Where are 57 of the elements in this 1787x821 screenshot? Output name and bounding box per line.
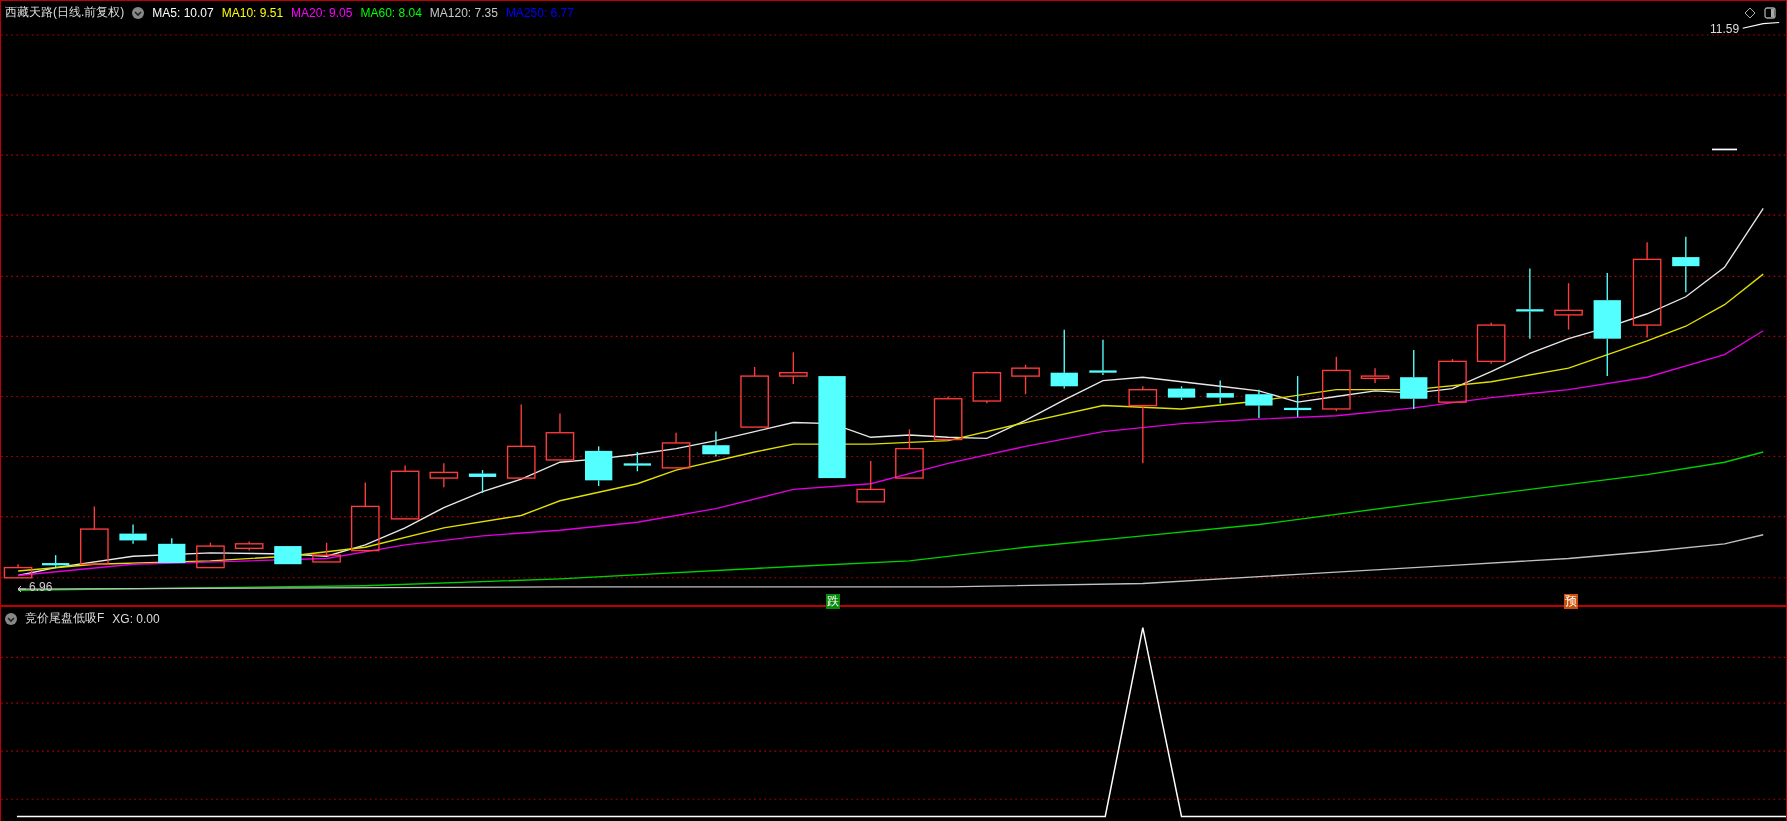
candlestick (1554, 282, 1583, 331)
high-price-label: 11.59 (1710, 22, 1740, 36)
candlestick (1167, 385, 1196, 401)
diamond-icon[interactable] (1744, 7, 1756, 19)
candlestick (390, 464, 420, 520)
candlestick (1438, 358, 1467, 403)
candlestick (740, 366, 769, 428)
moving-average-value: MA20: 9.05 (291, 5, 353, 20)
leader-line (1742, 21, 1780, 29)
moving-average-value: MA5: 10.07 (152, 5, 214, 20)
candlestick (895, 428, 924, 479)
candlestick (3, 563, 33, 579)
candlestick (158, 537, 186, 564)
moving-average-value: MA10: 9.51 (221, 5, 284, 20)
candlestick (972, 370, 1002, 404)
candlestick (1206, 379, 1234, 404)
candlestick (1672, 236, 1700, 293)
candlestick (468, 469, 497, 494)
candlestick (1283, 375, 1312, 418)
candlestick (234, 540, 264, 552)
moving-average-value: MA60: 8.04 (360, 5, 422, 20)
stock-title: 西藏天路(日线.前复权) (5, 4, 125, 21)
candlestick (1011, 364, 1040, 395)
candlestick (1322, 356, 1351, 412)
moving-average-value: MA250: 6.77 (505, 5, 574, 20)
candlestick (274, 545, 302, 565)
candlestick (779, 351, 808, 385)
candlestick (42, 554, 70, 569)
moving-average-value: MA120: 7.35 (429, 5, 498, 20)
dropdown-icon[interactable] (132, 6, 145, 19)
candlestick (1245, 389, 1273, 419)
indicator-value: XG: 0.00 (112, 611, 160, 626)
dropdown-icon[interactable] (5, 612, 17, 625)
candlestick (312, 542, 341, 563)
window-icon[interactable] (1764, 7, 1776, 19)
candlestick (80, 505, 109, 565)
candlestick (1089, 339, 1117, 376)
candlestick (1476, 322, 1506, 365)
candlestick (119, 523, 147, 545)
price-marker-line (1711, 148, 1738, 151)
candlestick (1360, 367, 1390, 384)
candlestick (623, 451, 651, 472)
candlestick (702, 430, 730, 458)
candlestick (585, 445, 613, 487)
candlestick (1400, 349, 1428, 410)
candlestick (1050, 328, 1078, 390)
signal-tag: 跌 (825, 593, 840, 609)
signal-tag: 预 (1564, 593, 1579, 609)
candlestick (350, 481, 380, 552)
candlestick (661, 432, 691, 469)
candlestick (545, 412, 575, 461)
candlestick (856, 460, 886, 503)
candlestick (429, 462, 459, 488)
candlestick (196, 542, 225, 569)
indicator-name: 竞价尾盘低吸F (25, 610, 105, 627)
arrow-icon (17, 585, 27, 593)
candlestick (933, 395, 963, 441)
